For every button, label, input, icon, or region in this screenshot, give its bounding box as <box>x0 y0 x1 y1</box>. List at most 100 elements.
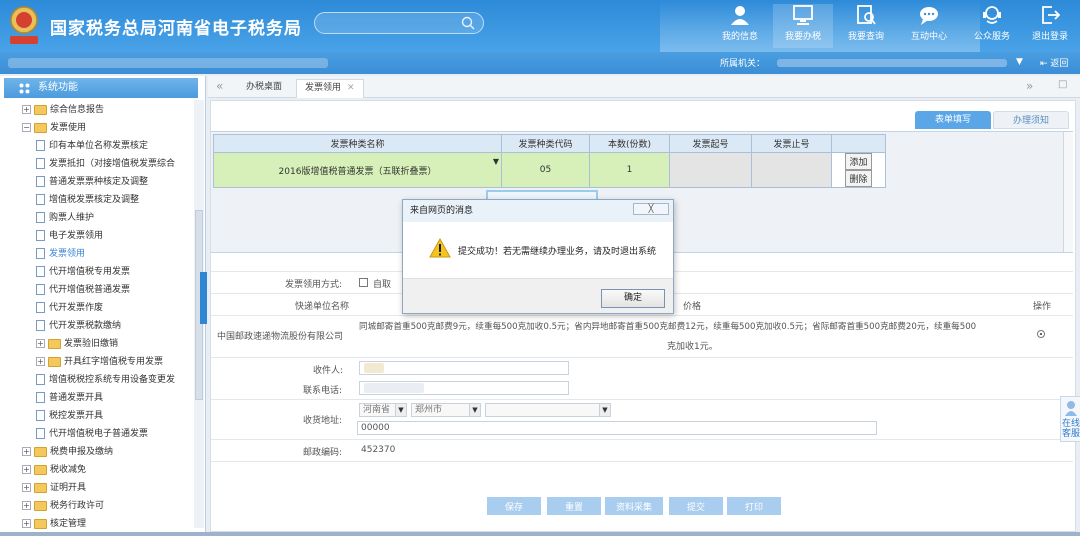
sidebar-item[interactable]: 电子发票领用 <box>36 228 103 245</box>
chevron-down-icon[interactable]: ▼ <box>1016 57 1023 67</box>
folder-icon <box>48 338 61 349</box>
nav-my-info[interactable]: 我的信息 <box>710 4 770 48</box>
nav-public-service[interactable]: 公众服务 <box>962 4 1022 48</box>
sidebar-item[interactable]: + 税务行政许可 <box>22 498 104 515</box>
expand-icon[interactable]: + <box>22 519 31 528</box>
sidebar-item-label: 税控发票开具 <box>49 411 104 421</box>
collapse-icon[interactable]: − <box>22 123 31 132</box>
sidebar-item[interactable]: + 开具红字增值税专用发票 <box>36 354 163 371</box>
expand-icon[interactable]: + <box>22 501 31 510</box>
sidebar-item[interactable]: 代开发票税款缴纳 <box>36 318 121 335</box>
postcode-label: 邮政编码: <box>303 448 343 458</box>
tab-instructions[interactable]: 办理须知 <box>993 111 1069 129</box>
expand-icon[interactable]: + <box>22 447 31 456</box>
maximize-icon[interactable]: □ <box>1058 79 1067 90</box>
expand-icon[interactable]: + <box>22 105 31 114</box>
sidebar-item[interactable]: 购票人维护 <box>36 210 94 227</box>
invoice-code-cell: 05 <box>501 152 590 188</box>
panel-scrollbar[interactable] <box>1063 132 1073 252</box>
dialog-title-text: 来自网页的消息 <box>410 206 474 216</box>
city-select[interactable]: 郑州市 ▼ <box>411 403 481 417</box>
sidebar-item-label: 普通发票开具 <box>49 393 104 403</box>
sidebar-item[interactable]: 增值税税控系统专用设备变更发 <box>36 372 175 389</box>
dialog-close-button[interactable]: ╳ <box>633 203 669 215</box>
print-button[interactable]: 打印 <box>727 497 781 515</box>
org-value-redacted <box>777 59 1007 67</box>
online-service-float[interactable]: 在线客服 <box>1060 396 1080 442</box>
province-select[interactable]: 河南省 ▼ <box>359 403 407 417</box>
sidebar-item[interactable]: 印有本单位名称发票核定 <box>36 138 148 155</box>
chevron-down-icon[interactable]: ▼ <box>493 157 499 166</box>
sidebar-item[interactable]: + 证明开具 <box>22 480 86 497</box>
sidebar-item[interactable]: 发票领用 <box>36 246 85 263</box>
sidebar-item[interactable]: + 核定管理 <box>22 516 86 532</box>
tab-desktop[interactable]: 办税桌面 <box>238 79 290 98</box>
sidebar-item[interactable]: 代开增值税电子普通发票 <box>36 426 148 443</box>
self-pickup-checkbox[interactable] <box>359 278 368 287</box>
address-detail-input[interactable]: 00000 <box>357 421 877 435</box>
sidebar-item[interactable]: 普通发票票种核定及调整 <box>36 174 148 191</box>
sidebar-item[interactable]: + 税收减免 <box>22 462 86 479</box>
method-label: 发票领用方式: <box>285 280 343 290</box>
col-header: 本数(份数) <box>589 134 670 153</box>
sidebar-item-label: 增值税发票核定及调整 <box>49 195 140 205</box>
sidebar-item[interactable]: + 综合信息报告 <box>22 102 104 119</box>
sidebar-item-label: 增值税税控系统专用设备变更发 <box>49 375 176 385</box>
tab-invoice-receive[interactable]: 发票领用 ✕ <box>296 79 364 98</box>
nav-query[interactable]: 我要查询 <box>836 4 896 48</box>
sidebar-item[interactable]: 代开增值税普通发票 <box>36 282 130 299</box>
nav-label: 公众服务 <box>973 32 1010 42</box>
reset-button[interactable]: 重置 <box>547 497 601 515</box>
expand-icon[interactable]: + <box>22 483 31 492</box>
invoice-count-input[interactable]: 1 <box>589 152 670 188</box>
invoice-start-no <box>669 152 752 188</box>
back-label: 返回 <box>1050 59 1069 69</box>
district-select[interactable]: ▼ <box>485 403 611 417</box>
expand-icon[interactable]: + <box>22 465 31 474</box>
tab-form-fill[interactable]: 表单填写 <box>915 111 991 129</box>
invoice-type-select[interactable]: 2016版增值税普通发票（五联折叠票） ▼ <box>213 152 502 188</box>
sidebar-item[interactable]: + 发票验旧缴销 <box>36 336 118 353</box>
sidebar-item[interactable]: 代开发票作废 <box>36 300 103 317</box>
close-icon[interactable]: ✕ <box>347 83 355 93</box>
submit-button[interactable]: 提交 <box>669 497 723 515</box>
search-icon[interactable] <box>461 16 475 30</box>
delete-row-button[interactable]: 删除 <box>845 170 872 187</box>
col-header: 发票种类名称 <box>213 134 502 153</box>
sidebar-collapse-handle[interactable] <box>200 272 207 324</box>
tabs-prev-icon[interactable]: « <box>216 79 223 93</box>
sidebar-item[interactable]: 发票抵扣（对接增值税发票综合 <box>36 156 175 173</box>
sidebar-item-label: 电子发票领用 <box>49 231 104 241</box>
sidebar-item[interactable]: − 发票使用 <box>22 120 86 137</box>
search-input[interactable] <box>314 12 484 34</box>
sidebar-item[interactable]: 税控发票开具 <box>36 408 103 425</box>
invoice-end-no <box>751 152 832 188</box>
document-icon <box>36 302 45 313</box>
collect-data-button[interactable]: 资料采集 <box>605 497 663 515</box>
document-icon <box>36 320 45 331</box>
address-label: 收货地址: <box>303 416 343 426</box>
nav-handle-tax[interactable]: 我要办税 <box>773 4 833 48</box>
tabs-next-icon[interactable]: » <box>1026 79 1033 93</box>
tab-label: 办税桌面 <box>246 82 283 92</box>
sidebar-item[interactable]: 增值税发票核定及调整 <box>36 192 139 209</box>
nav-logout[interactable]: 退出登录 <box>1020 4 1080 48</box>
sidebar-item[interactable]: + 税费申报及缴纳 <box>22 444 113 461</box>
sidebar-item-label: 核定管理 <box>50 519 87 529</box>
query-icon <box>857 5 876 25</box>
save-button[interactable]: 保存 <box>487 497 541 515</box>
self-pickup-label: 自取 <box>373 280 392 290</box>
ok-button[interactable]: 确定 <box>601 289 665 308</box>
courier-radio[interactable] <box>1037 330 1045 338</box>
sidebar-item[interactable]: 代开增值税专用发票 <box>36 264 130 281</box>
add-row-button[interactable]: 添加 <box>845 153 872 170</box>
expand-icon[interactable]: + <box>36 357 45 366</box>
expand-icon[interactable]: + <box>36 339 45 348</box>
nav-interaction[interactable]: 互动中心 <box>899 4 959 48</box>
back-button[interactable]: ⇤ 返回 <box>1040 56 1068 69</box>
user-info-redacted <box>8 58 328 68</box>
sidebar-item-label: 税费申报及缴纳 <box>50 447 114 457</box>
phone-input[interactable] <box>359 381 569 395</box>
sidebar-item[interactable]: 普通发票开具 <box>36 390 103 407</box>
recipient-input[interactable] <box>359 361 569 375</box>
